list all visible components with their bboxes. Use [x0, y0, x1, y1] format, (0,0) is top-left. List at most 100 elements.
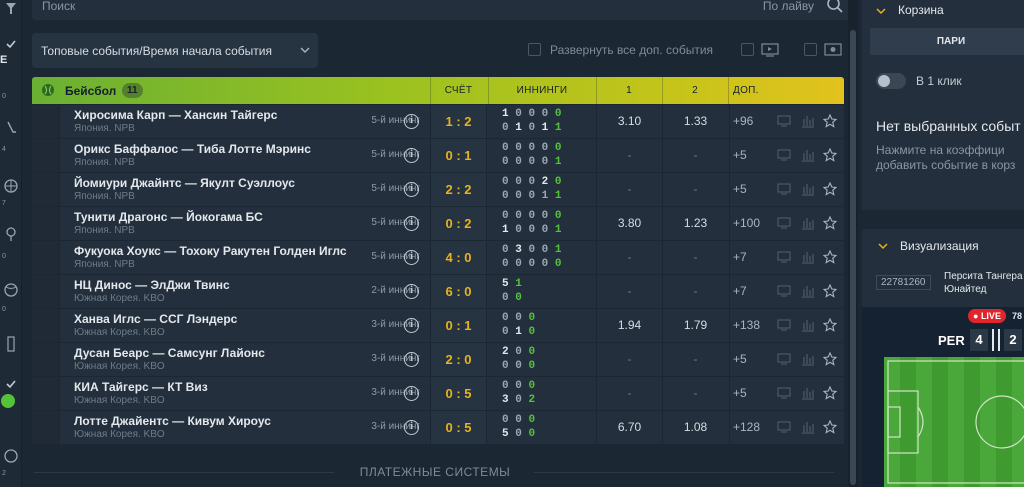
star-icon[interactable]: [823, 318, 837, 332]
star-icon[interactable]: [823, 284, 837, 298]
more-markets-button[interactable]: +128: [729, 411, 765, 444]
table-row[interactable]: Лотте Джайентс — Кивум Хироус Южная Коре…: [32, 410, 844, 444]
stats-icon[interactable]: [801, 114, 815, 128]
odds-2-button[interactable]: -: [662, 139, 728, 172]
hockey-icon[interactable]: [0, 120, 22, 136]
match-teams[interactable]: НЦ Динос — ЭлДжи Твинс: [74, 278, 230, 292]
match-teams[interactable]: Йомиури Джайнтс — Якулт Суэллоус: [74, 176, 295, 190]
volleyball-icon[interactable]: [0, 282, 22, 298]
more-markets-button[interactable]: +5: [729, 139, 765, 172]
info-icon[interactable]: i: [404, 318, 419, 333]
stats-icon[interactable]: [801, 352, 815, 366]
table-row[interactable]: Ханва Иглс — ССГ Лэндерс Южная Корея. KB…: [32, 308, 844, 342]
stats-icon[interactable]: [801, 182, 815, 196]
tv-icon[interactable]: [777, 216, 791, 230]
info-icon[interactable]: i: [404, 250, 419, 265]
tv-icon[interactable]: [777, 420, 791, 434]
tab-bets[interactable]: ПАРИ: [870, 28, 1024, 55]
odds-2-button[interactable]: 1.23: [662, 207, 728, 240]
star-icon[interactable]: [823, 352, 837, 366]
match-teams[interactable]: Орикс Баффалос — Тиба Лотте Мэринс: [74, 142, 311, 156]
more-markets-button[interactable]: +138: [729, 309, 765, 342]
search-icon[interactable]: [826, 0, 844, 14]
filter-icon[interactable]: [0, 2, 22, 16]
odds-1-button[interactable]: -: [596, 275, 662, 308]
stats-icon[interactable]: [801, 386, 815, 400]
match-teams[interactable]: Ханва Иглс — ССГ Лэндерс: [74, 312, 237, 326]
odds-2-button[interactable]: -: [662, 377, 728, 410]
stats-icon[interactable]: [801, 148, 815, 162]
tv-icon[interactable]: [777, 284, 791, 298]
table-row[interactable]: КИА Тайгерс — КТ Виз Южная Корея. KBO 3 -…: [32, 376, 844, 410]
odds-2-button[interactable]: -: [662, 275, 728, 308]
info-icon[interactable]: i: [404, 420, 419, 435]
event-filter-select[interactable]: Топовые события/Время начала события: [32, 33, 318, 68]
match-teams[interactable]: Дусан Беарс — Самсунг Лайонс: [74, 346, 265, 360]
tv-icon[interactable]: [777, 148, 791, 162]
star-icon[interactable]: [823, 182, 837, 196]
more-markets-button[interactable]: +5: [729, 343, 765, 376]
tv-icon[interactable]: [777, 250, 791, 264]
tv-icon[interactable]: [777, 352, 791, 366]
table-row[interactable]: Хиросима Карп — Хансин Тайгерс Япония. N…: [32, 104, 844, 138]
match-teams[interactable]: Хиросима Карп — Хансин Тайгерс: [74, 108, 277, 122]
tv-icon[interactable]: [777, 386, 791, 400]
info-icon[interactable]: i: [404, 284, 419, 299]
search-bar[interactable]: Поиск По лайву: [32, 0, 854, 20]
odds-2-button[interactable]: -: [662, 241, 728, 274]
odds-1-button[interactable]: -: [596, 139, 662, 172]
more-markets-button[interactable]: +100: [729, 207, 765, 240]
basketball-icon[interactable]: [0, 178, 22, 194]
stats-icon[interactable]: [801, 250, 815, 264]
info-icon[interactable]: i: [404, 148, 419, 163]
more-markets-button[interactable]: +5: [729, 377, 765, 410]
odds-1-button[interactable]: -: [596, 241, 662, 274]
star-icon[interactable]: [823, 216, 837, 230]
odds-1-button[interactable]: -: [596, 173, 662, 206]
chevron-down-icon[interactable]: [878, 241, 888, 251]
stats-icon[interactable]: [801, 318, 815, 332]
info-icon[interactable]: i: [404, 182, 419, 197]
search-mode-label[interactable]: По лайву: [763, 0, 814, 13]
star-icon[interactable]: [823, 114, 837, 128]
tv-icon[interactable]: [777, 182, 791, 196]
scrollbar-thumb[interactable]: [850, 30, 856, 485]
sport-header[interactable]: Бейсбол 11 СЧЁТ ИННИНГИ 1 2 ДОП.: [32, 77, 844, 104]
info-icon[interactable]: i: [404, 386, 419, 401]
table-row[interactable]: Дусан Беарс — Самсунг Лайонс Южная Корея…: [32, 342, 844, 376]
table-row[interactable]: Тунити Драгонс — Йокогама БС Япония. NPB…: [32, 206, 844, 240]
info-icon[interactable]: i: [404, 216, 419, 231]
racket-icon[interactable]: [0, 226, 22, 242]
table-row[interactable]: Орикс Баффалос — Тиба Лотте Мэринс Япони…: [32, 138, 844, 172]
match-teams[interactable]: Лотте Джайентс — Кивум Хироус: [74, 414, 271, 428]
more-markets-button[interactable]: +5: [729, 173, 765, 206]
match-teams[interactable]: Тунити Драгонс — Йокогама БС: [74, 210, 263, 224]
match-teams[interactable]: КИА Тайгерс — КТ Виз: [74, 380, 208, 394]
stats-icon[interactable]: [801, 284, 815, 298]
stats-icon[interactable]: [801, 420, 815, 434]
table-row[interactable]: Йомиури Джайнтс — Якулт Суэллоус Япония.…: [32, 172, 844, 206]
baseball-icon[interactable]: [0, 392, 22, 410]
odds-1-button[interactable]: -: [596, 343, 662, 376]
globe-icon[interactable]: [0, 448, 22, 464]
star-icon[interactable]: [823, 420, 837, 434]
video-view-checkbox[interactable]: [741, 43, 754, 56]
odds-2-button[interactable]: 1.33: [662, 105, 728, 138]
info-icon[interactable]: i: [404, 352, 419, 367]
odds-2-button[interactable]: 1.08: [662, 411, 728, 444]
odds-2-button[interactable]: -: [662, 343, 728, 376]
odds-1-button[interactable]: 3.80: [596, 207, 662, 240]
tv-icon[interactable]: [777, 114, 791, 128]
expand-all-checkbox[interactable]: [528, 43, 541, 56]
more-markets-button[interactable]: +96: [729, 105, 765, 138]
odds-2-button[interactable]: -: [662, 173, 728, 206]
info-icon[interactable]: i: [404, 114, 419, 129]
stats-view-checkbox[interactable]: [804, 43, 817, 56]
match-teams[interactable]: Фукуока Хоукс — Тохоку Ракутен Голден Иг…: [74, 244, 347, 258]
odds-2-button[interactable]: 1.79: [662, 309, 728, 342]
table-row[interactable]: Фукуока Хоукс — Тохоку Ракутен Голден Иг…: [32, 240, 844, 274]
odds-1-button[interactable]: -: [596, 377, 662, 410]
odds-1-button[interactable]: 6.70: [596, 411, 662, 444]
betslip-title[interactable]: Корзина: [898, 3, 944, 17]
star-icon[interactable]: [823, 148, 837, 162]
